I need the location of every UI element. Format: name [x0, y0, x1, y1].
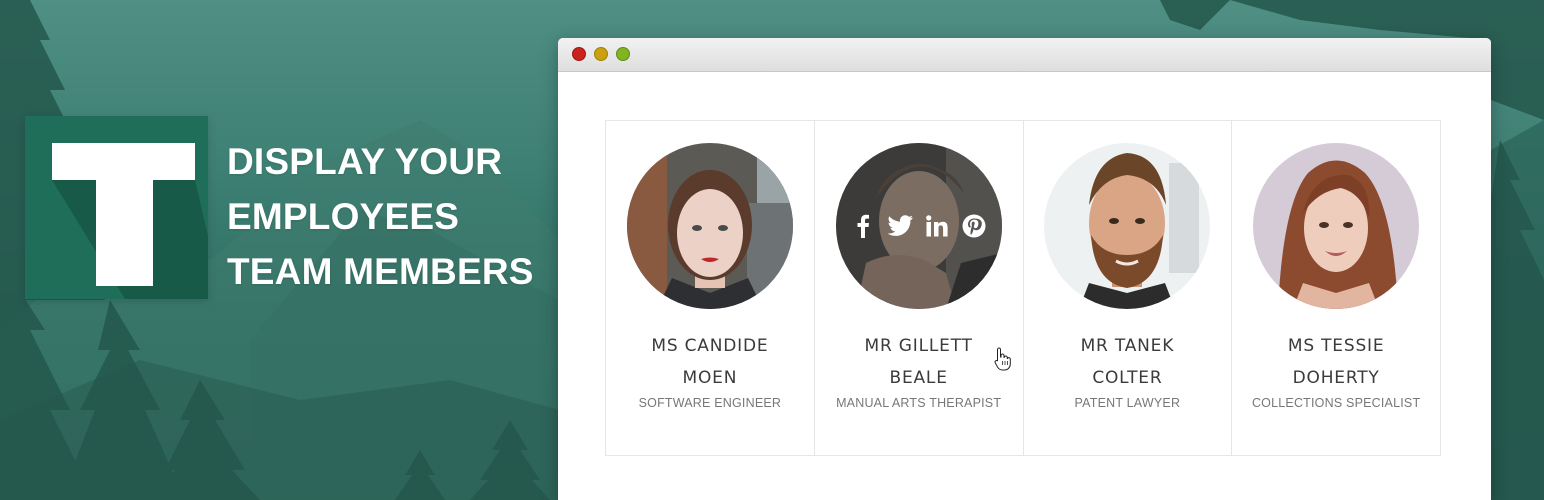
team-member-card[interactable]: MR GILLETT BEALE MANUAL ARTS THERAPIST: [815, 121, 1024, 455]
portrait-man-beard: [1044, 143, 1211, 309]
member-name: MR GILLETT BEALE: [864, 336, 973, 388]
member-role: COLLECTIONS SPECIALIST: [1251, 396, 1421, 410]
tagline-line-3: TEAM MEMBERS: [227, 251, 534, 292]
linkedin-icon[interactable]: [923, 212, 951, 240]
pinterest-icon[interactable]: [960, 212, 988, 240]
member-name: MR TANEK COLTER: [1080, 336, 1175, 388]
member-avatar[interactable]: [1253, 143, 1420, 309]
member-avatar[interactable]: [626, 143, 793, 309]
social-overlay: [835, 143, 1002, 309]
logo-letter-bar: [52, 143, 195, 180]
member-avatar[interactable]: [835, 143, 1002, 309]
team-member-card[interactable]: MS CANDIDE MOEN SOFTWARE ENGINEER: [606, 121, 815, 455]
tagline-line-2: EMPLOYEES: [227, 196, 460, 237]
minimize-window-button[interactable]: [594, 47, 608, 61]
team-grid: MS CANDIDE MOEN SOFTWARE ENGINEER MR GIL…: [605, 120, 1441, 456]
app-logo: [25, 116, 208, 299]
member-role: SOFTWARE ENGINEER: [638, 396, 782, 410]
member-name: MS CANDIDE MOEN: [651, 336, 769, 388]
member-role: MANUAL ARTS THERAPIST: [836, 396, 1002, 410]
tagline-line-1: DISPLAY YOUR: [227, 141, 503, 182]
facebook-icon[interactable]: [849, 212, 877, 240]
member-avatar[interactable]: [1044, 143, 1211, 309]
portrait-woman-auburn-hair: [1253, 143, 1420, 309]
window-titlebar: [558, 38, 1491, 72]
maximize-window-button[interactable]: [616, 47, 630, 61]
hand-pointer-icon: [994, 347, 1012, 376]
logo-letter-stem: [96, 178, 153, 286]
browser-window: MS CANDIDE MOEN SOFTWARE ENGINEER MR GIL…: [558, 38, 1491, 500]
member-name: MS TESSIE DOHERTY: [1287, 336, 1385, 388]
portrait-woman-dark-hair: [626, 143, 793, 309]
team-member-card[interactable]: MR TANEK COLTER PATENT LAWYER: [1024, 121, 1233, 455]
close-window-button[interactable]: [572, 47, 586, 61]
team-member-card[interactable]: MS TESSIE DOHERTY COLLECTIONS SPECIALIST: [1232, 121, 1440, 455]
twitter-icon[interactable]: [886, 212, 914, 240]
tagline: DISPLAY YOUR EMPLOYEES TEAM MEMBERS: [227, 134, 557, 299]
member-role: PATENT LAWYER: [1074, 396, 1181, 410]
